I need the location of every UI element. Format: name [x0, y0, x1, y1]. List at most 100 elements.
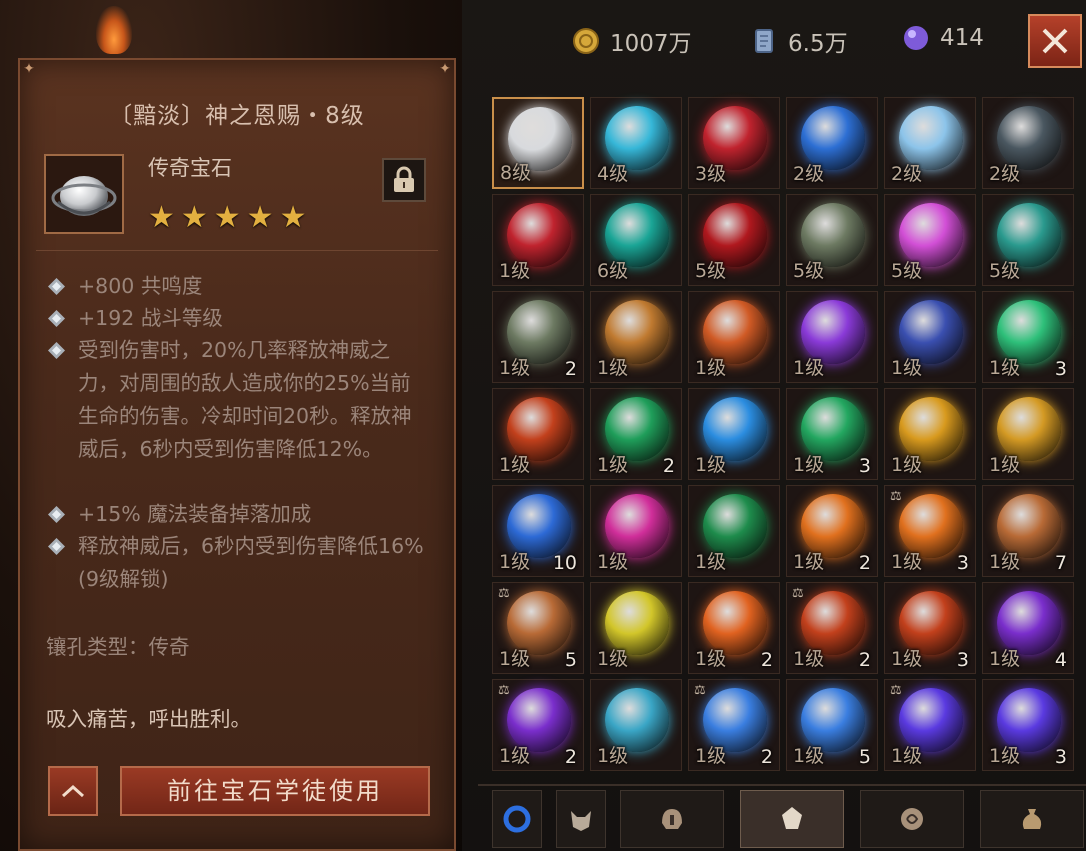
- gem-slot[interactable]: ⚖ 1级 3: [884, 485, 976, 577]
- gem-portrait: [44, 154, 124, 234]
- orb-currency: 414: [902, 24, 984, 52]
- gem-level-label: 1级: [499, 551, 531, 573]
- gem-count-label: 10: [552, 552, 577, 574]
- gem-level-label: 1级: [695, 648, 727, 670]
- gem-slot[interactable]: 1级 5: [786, 679, 878, 771]
- scale-badge-icon: ⚖: [890, 683, 902, 698]
- tabbar-divider: [478, 784, 1086, 786]
- gem-slot[interactable]: 1级 2: [688, 582, 780, 674]
- gem-slot[interactable]: 1级: [590, 291, 682, 383]
- gem-slot[interactable]: ⚖ 1级 5: [492, 582, 584, 674]
- gem-count-label: 3: [858, 455, 871, 477]
- gem-slot[interactable]: 1级: [786, 291, 878, 383]
- gem-slot[interactable]: 2级: [982, 97, 1074, 189]
- gem-slot[interactable]: ⚖ 1级 2: [688, 679, 780, 771]
- tab-demon-mask[interactable]: [556, 790, 606, 848]
- gem-level-label: 1级: [793, 648, 825, 670]
- collapse-button[interactable]: [48, 766, 98, 816]
- gem-count-label: 3: [1054, 746, 1067, 768]
- use-at-jeweler-button[interactable]: 前往宝石学徒使用: [120, 766, 430, 816]
- diamond-bullet-icon: [48, 538, 65, 555]
- gem-slot[interactable]: 1级 7: [982, 485, 1074, 577]
- gem-slot[interactable]: 1级: [884, 388, 976, 480]
- gem-count-label: 4: [1054, 649, 1067, 671]
- gem-slot[interactable]: 5级: [982, 194, 1074, 286]
- gem-slot[interactable]: 1级: [688, 291, 780, 383]
- close-button[interactable]: [1028, 14, 1082, 68]
- close-icon: [1042, 28, 1068, 54]
- gem-slot[interactable]: 2级: [786, 97, 878, 189]
- gem-slot[interactable]: 3级: [688, 97, 780, 189]
- gem-count-label: 2: [760, 649, 773, 671]
- gem-slot[interactable]: 4级: [590, 97, 682, 189]
- gem-level-label: 1级: [597, 551, 629, 573]
- gold-currency: 1007万: [572, 24, 692, 58]
- gem-level-label: 1级: [499, 648, 531, 670]
- attribute-line: 释放神威后，6秒内受到伤害降低16%(9级解锁): [48, 530, 428, 596]
- gem-slot[interactable]: 5级: [786, 194, 878, 286]
- gem-count-label: 2: [662, 455, 675, 477]
- lock-button[interactable]: [382, 158, 426, 202]
- helmet-icon: [662, 809, 682, 829]
- gem-level-label: 1级: [695, 357, 727, 379]
- tab-helmet[interactable]: [620, 790, 724, 848]
- gem-slot[interactable]: ⚖ 1级: [884, 679, 976, 771]
- gem-slot[interactable]: 1级: [590, 485, 682, 577]
- rune-swirl-icon: [901, 808, 923, 830]
- tab-loot-bag[interactable]: [980, 790, 1084, 848]
- purple-orb-icon: [904, 26, 928, 50]
- platinum-card-icon: [755, 29, 773, 53]
- attribute-line: +15% 魔法装备掉落加成: [48, 498, 428, 531]
- gem-slot[interactable]: 1级: [492, 194, 584, 286]
- gem-slot[interactable]: 1级: [590, 582, 682, 674]
- gem-slot[interactable]: 1级: [688, 485, 780, 577]
- tab-gem-tab[interactable]: [740, 790, 844, 848]
- gem-slot[interactable]: 1级 2: [786, 485, 878, 577]
- gem-slot[interactable]: 5级: [688, 194, 780, 286]
- gem-detail-panel: ✦ ✦ 〔黯淡〕神之恩赐・8级 传奇宝石 ★★★★★ +800 共鸣度 +192…: [18, 58, 456, 851]
- gem-level-label: 1级: [695, 551, 727, 573]
- gem-slot[interactable]: 1级: [688, 388, 780, 480]
- gem-slot[interactable]: 1级 2: [590, 388, 682, 480]
- gem-slot[interactable]: 1级 3: [884, 582, 976, 674]
- tab-blue-ring[interactable]: [492, 790, 542, 848]
- gem-level-label: 1级: [989, 454, 1021, 476]
- gem-level-label: 1级: [891, 648, 923, 670]
- gem-level-label: 1级: [499, 745, 531, 767]
- gem-level-label: 1级: [891, 551, 923, 573]
- gem-slot[interactable]: ⚖ 1级 2: [492, 679, 584, 771]
- attribute-line: 受到伤害时，20%几率释放神威之力，对周围的敌人造成你的25%当前生命的伤害。冷…: [48, 334, 428, 466]
- gem-level-label: 2级: [793, 163, 825, 185]
- gem-slot[interactable]: 8级: [492, 97, 584, 189]
- gem-slot[interactable]: 1级: [590, 679, 682, 771]
- gem-level-label: 5级: [695, 260, 727, 282]
- tab-rune-swirl[interactable]: [860, 790, 964, 848]
- gem-slot[interactable]: 5级: [884, 194, 976, 286]
- scale-badge-icon: ⚖: [694, 683, 706, 698]
- gem-level-label: 1级: [989, 551, 1021, 573]
- gem-slot[interactable]: 1级 3: [786, 388, 878, 480]
- gem-count-label: 2: [858, 552, 871, 574]
- gem-slot[interactable]: 1级: [982, 388, 1074, 480]
- gem-slot[interactable]: 1级 10: [492, 485, 584, 577]
- gem-level-label: 5级: [793, 260, 825, 282]
- gem-level-label: 1级: [597, 454, 629, 476]
- gem-slot[interactable]: 1级 3: [982, 679, 1074, 771]
- gem-slot[interactable]: 1级 3: [982, 291, 1074, 383]
- gem-slot[interactable]: 1级 2: [492, 291, 584, 383]
- padlock-icon: [394, 166, 414, 192]
- diamond-bullet-icon: [48, 506, 65, 523]
- gem-slot[interactable]: ⚖ 1级 2: [786, 582, 878, 674]
- gem-slot[interactable]: 6级: [590, 194, 682, 286]
- corner-ornament-icon: ✦: [439, 61, 451, 77]
- gem-slot[interactable]: 2级: [884, 97, 976, 189]
- gem-slot[interactable]: 1级: [492, 388, 584, 480]
- gem-slot[interactable]: 1级 4: [982, 582, 1074, 674]
- gem-level-label: 5级: [989, 260, 1021, 282]
- gem-level-label: 1级: [891, 745, 923, 767]
- corner-ornament-icon: ✦: [23, 61, 35, 77]
- gem-title: 〔黯淡〕神之恩赐・8级: [109, 103, 365, 129]
- scale-badge-icon: ⚖: [792, 586, 804, 601]
- gem-level-label: 1级: [793, 454, 825, 476]
- gem-slot[interactable]: 1级: [884, 291, 976, 383]
